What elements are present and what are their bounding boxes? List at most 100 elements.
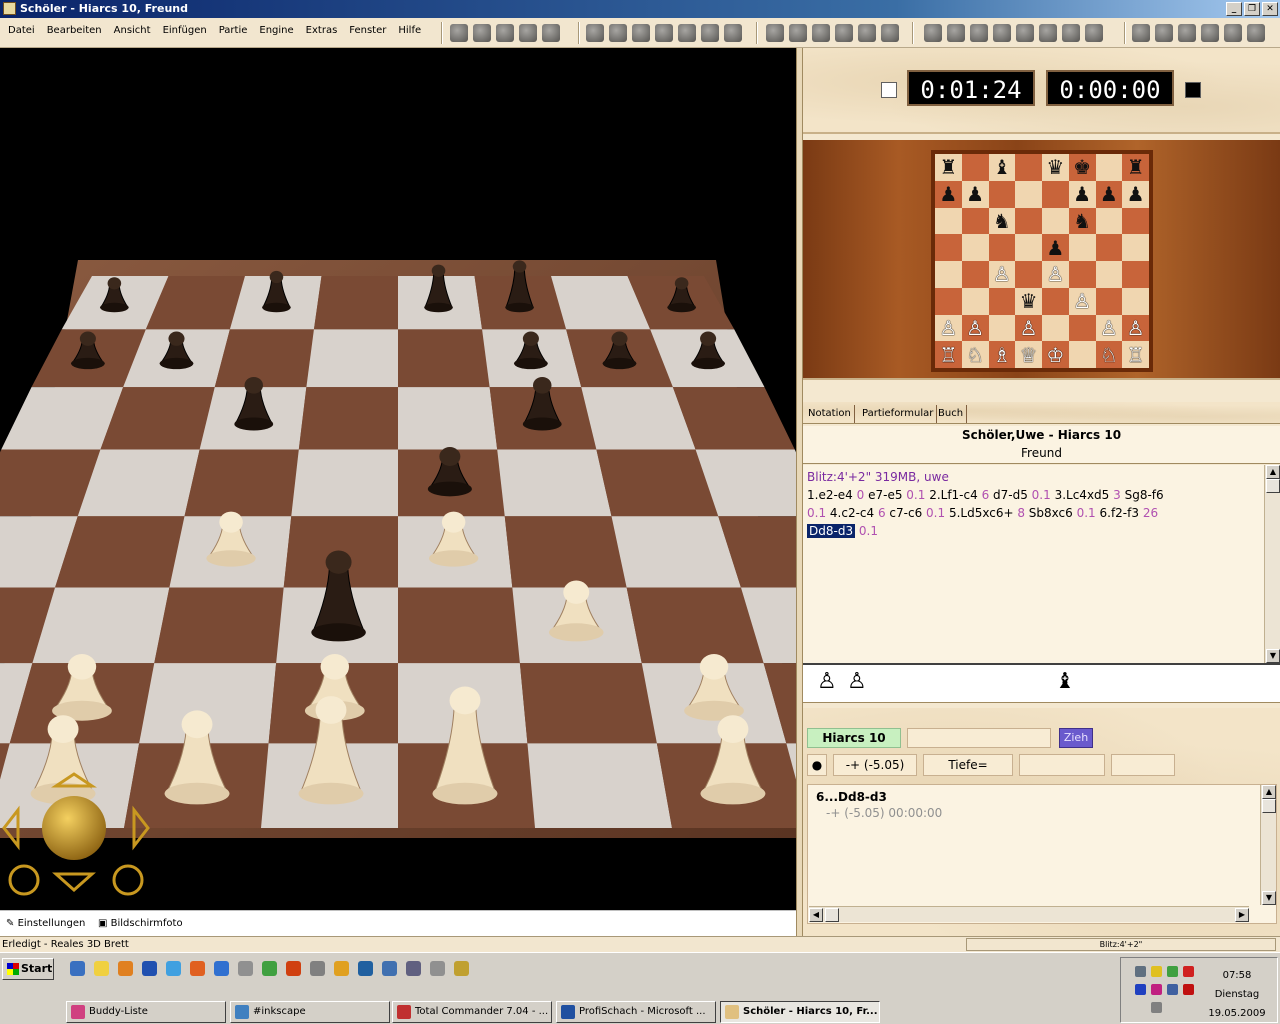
- board-square[interactable]: [497, 449, 612, 517]
- piece-icon[interactable]: ♚: [1073, 157, 1091, 177]
- sound-icon[interactable]: [1247, 24, 1265, 42]
- piece-icon[interactable]: ♙: [1100, 318, 1118, 338]
- quick-launch-icon[interactable]: [238, 961, 253, 976]
- board-square[interactable]: [1068, 261, 1096, 288]
- board-square[interactable]: ♜: [935, 154, 962, 181]
- board-square[interactable]: [1042, 207, 1069, 235]
- next-move-icon[interactable]: [519, 24, 537, 42]
- quick-launch-icon[interactable]: [214, 961, 229, 976]
- board-square[interactable]: ♛: [1015, 287, 1042, 315]
- scroll-thumb[interactable]: [1262, 799, 1276, 813]
- move[interactable]: Sg8-f6: [1125, 488, 1164, 502]
- board-square[interactable]: ♟: [961, 180, 989, 208]
- notation-scrollbar[interactable]: ▲ ▼: [1264, 465, 1280, 663]
- board-3d-view[interactable]: [0, 48, 796, 910]
- last-move-icon[interactable]: [542, 24, 560, 42]
- move[interactable]: c7-c6: [889, 506, 926, 520]
- board-icon[interactable]: [812, 24, 830, 42]
- board-square[interactable]: [961, 207, 989, 235]
- piece-icon[interactable]: ♝: [993, 157, 1011, 177]
- move-now-button[interactable]: Zieh: [1059, 728, 1093, 748]
- board-square[interactable]: [1095, 287, 1123, 315]
- pieces-icon[interactable]: [789, 24, 807, 42]
- piece-icon[interactable]: ♖: [1127, 345, 1145, 365]
- board-square[interactable]: [961, 287, 989, 315]
- menu-bearbeiten[interactable]: Bearbeiten: [45, 18, 104, 44]
- cubes-icon[interactable]: [1201, 24, 1219, 42]
- scroll-thumb[interactable]: [825, 908, 839, 922]
- quick-launch-icon[interactable]: [70, 961, 85, 976]
- quick-launch-icon[interactable]: [334, 961, 349, 976]
- board-square[interactable]: [626, 587, 764, 664]
- cube-icon[interactable]: [1178, 24, 1196, 42]
- engine-toggle-icon[interactable]: ●: [807, 754, 827, 776]
- board-square[interactable]: [1122, 207, 1149, 235]
- board-square[interactable]: ♙: [1095, 314, 1123, 342]
- tab-buch[interactable]: Buch: [935, 405, 968, 423]
- grid-icon[interactable]: [1016, 24, 1034, 42]
- piece-icon[interactable]: ♟: [1046, 238, 1064, 258]
- settings-link[interactable]: ✎ Einstellungen: [6, 911, 85, 937]
- board-square[interactable]: ♞: [988, 207, 1016, 235]
- board-square[interactable]: [1095, 261, 1123, 288]
- piece-icon[interactable]: ♟: [1127, 184, 1145, 204]
- window-icon[interactable]: [993, 24, 1011, 42]
- board-square[interactable]: [988, 180, 1016, 208]
- piece-icon[interactable]: ♙: [1020, 318, 1038, 338]
- back-icon[interactable]: [496, 24, 514, 42]
- user-icon[interactable]: [1039, 24, 1057, 42]
- board-square[interactable]: ♖: [1122, 341, 1149, 368]
- board-square[interactable]: ♙: [1042, 261, 1069, 288]
- board-square[interactable]: [611, 516, 741, 588]
- flag-icon[interactable]: [724, 24, 742, 42]
- screenshot-link[interactable]: ▣ Bildschirmfoto: [98, 911, 183, 937]
- gear-icon[interactable]: [1224, 24, 1242, 42]
- tray-clock[interactable]: 07:58 Dienstag 19.05.2009: [1197, 966, 1277, 1023]
- board-square[interactable]: ♝: [988, 154, 1016, 181]
- board-square[interactable]: [214, 329, 314, 388]
- menu-extras[interactable]: Extras: [304, 18, 340, 44]
- tray-icon[interactable]: [1167, 966, 1178, 977]
- board-square[interactable]: ♚: [1068, 154, 1096, 181]
- piece-icon[interactable]: ♙: [1127, 318, 1145, 338]
- board-square[interactable]: [306, 329, 398, 388]
- board-square[interactable]: [1122, 287, 1149, 315]
- menu-ansicht[interactable]: Ansicht: [112, 18, 153, 44]
- board-square[interactable]: ♟: [935, 180, 962, 208]
- board-square[interactable]: [1015, 154, 1042, 181]
- tray-icon[interactable]: [1135, 984, 1146, 995]
- board-square[interactable]: ♙: [961, 314, 989, 342]
- restore-button[interactable]: ❐: [1244, 2, 1260, 16]
- taskbar-button[interactable]: ProfiSchach - Microsoft ...: [556, 1001, 716, 1023]
- piece-icon[interactable]: ♙: [966, 318, 984, 338]
- piece-icon[interactable]: ♘: [966, 345, 984, 365]
- start-button[interactable]: Start: [2, 958, 54, 980]
- quick-launch-icon[interactable]: [118, 961, 133, 976]
- board-square[interactable]: ♙: [1122, 314, 1149, 342]
- bishop-icon[interactable]: [678, 24, 696, 42]
- piece-icon[interactable]: ♜: [939, 157, 957, 177]
- piece-icon[interactable]: ♙: [993, 264, 1011, 284]
- board-square[interactable]: ♘: [961, 341, 989, 368]
- piece-icon[interactable]: ♙: [939, 318, 957, 338]
- taskbar-button[interactable]: #inkscape: [230, 1001, 390, 1023]
- tab-partieformular[interactable]: Partieformular: [859, 405, 938, 423]
- piece-icon[interactable]: ♘: [1100, 345, 1118, 365]
- move[interactable]: 4.c2-c4: [830, 506, 878, 520]
- pane-splitter[interactable]: [796, 48, 803, 936]
- board-square[interactable]: [988, 314, 1016, 342]
- knight-icon[interactable]: [835, 24, 853, 42]
- quick-launch-icon[interactable]: [142, 961, 157, 976]
- clock-icon[interactable]: [766, 24, 784, 42]
- book-icon[interactable]: [947, 24, 965, 42]
- camera-ball-icon[interactable]: [42, 796, 106, 860]
- piece-icon[interactable]: ♛: [1046, 157, 1064, 177]
- piece-icon[interactable]: ♗: [993, 345, 1011, 365]
- scroll-thumb[interactable]: [1266, 479, 1280, 493]
- piece-icon[interactable]: ♟: [939, 184, 957, 204]
- board-square[interactable]: ♕: [1015, 341, 1042, 368]
- info-icon[interactable]: [924, 24, 942, 42]
- move[interactable]: 5.Ld5xc6+: [949, 506, 1017, 520]
- move[interactable]: d7-d5: [993, 488, 1032, 502]
- board-square[interactable]: [1095, 234, 1123, 261]
